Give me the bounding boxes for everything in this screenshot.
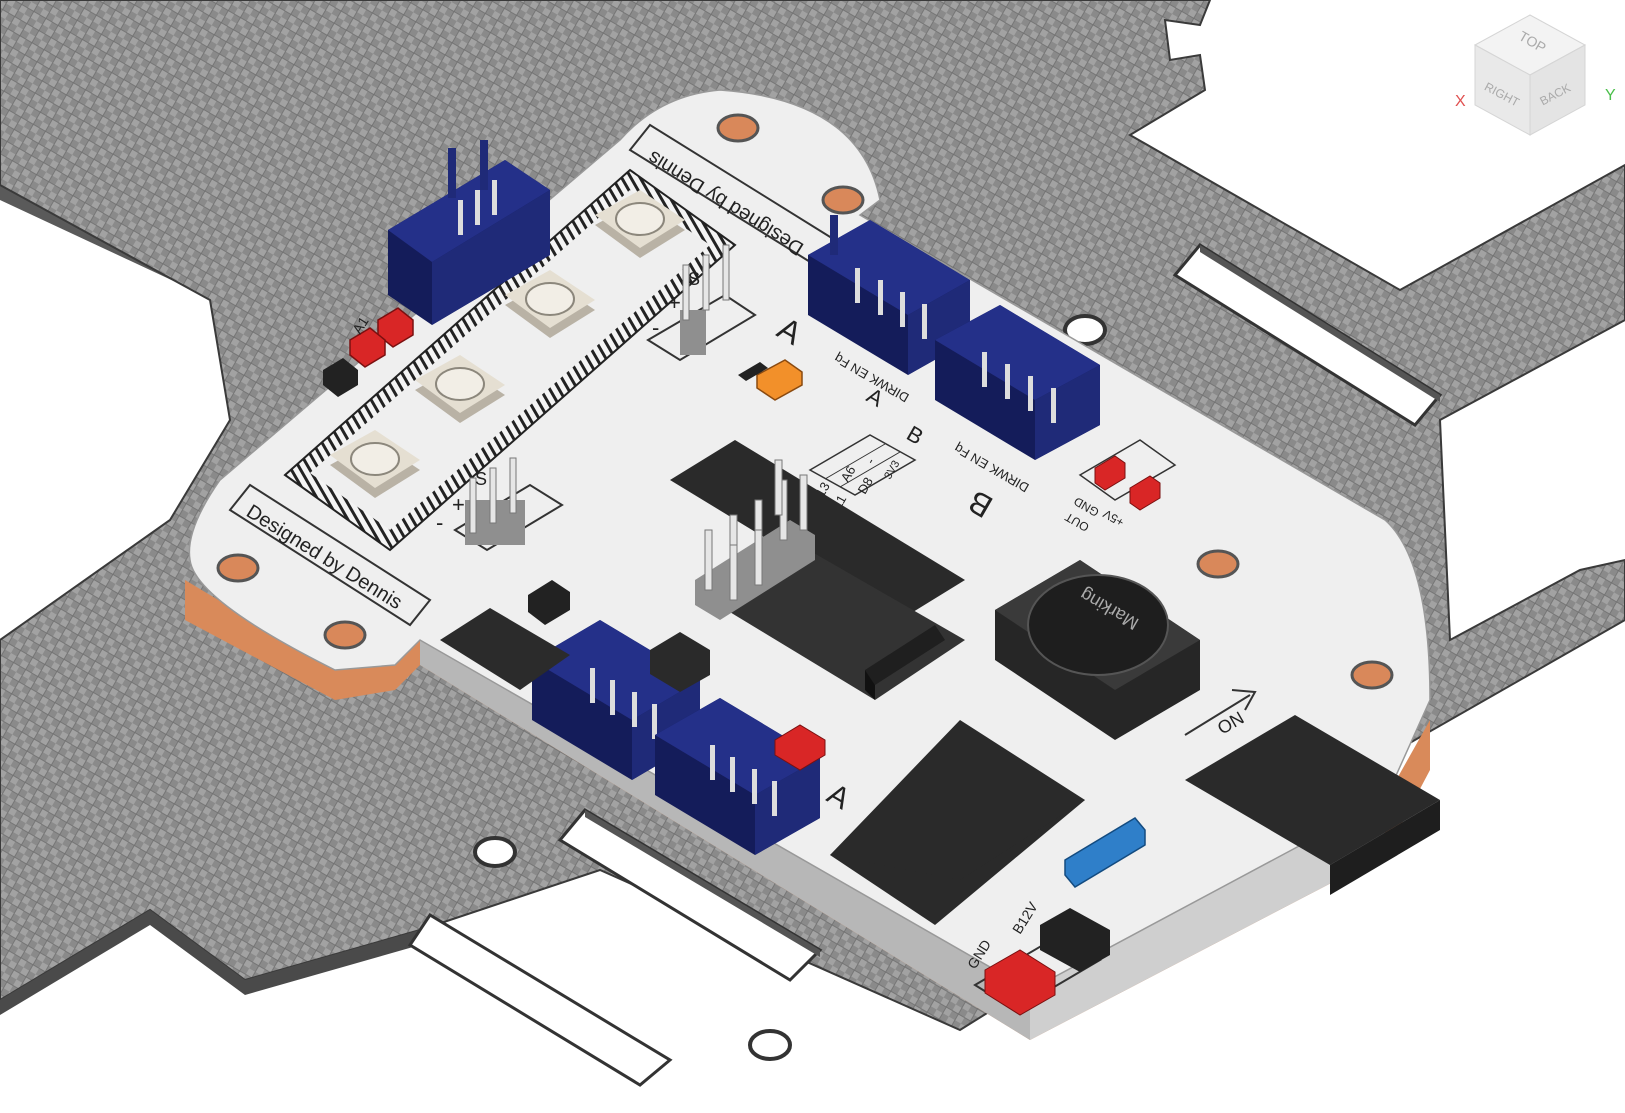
mount-hole [323, 620, 367, 650]
servo-s-1: S [688, 269, 700, 289]
model-canvas[interactable]: Designed by Dennis Designed by Dennis A1… [0, 0, 1625, 1113]
servo-minus-2: - [436, 510, 443, 535]
mount-hole [1350, 660, 1394, 690]
mount-hole [1196, 549, 1240, 579]
servo-minus-1: - [652, 315, 659, 340]
view-cube[interactable]: TOP RIGHT BACK X Y [1445, 0, 1625, 160]
frame-hole [473, 836, 517, 868]
mount-hole [216, 553, 260, 583]
servo-plus-1: + [668, 290, 681, 315]
viewcube-x-axis: X [1455, 93, 1466, 110]
frame-hole [748, 1029, 792, 1061]
mount-hole [716, 113, 760, 143]
frame-slot [407, 912, 673, 1087]
servo-plus-2: + [452, 492, 465, 517]
viewcube-y-axis: Y [1605, 87, 1616, 104]
servo-s-2: S [475, 469, 487, 489]
3d-viewport[interactable]: Designed by Dennis Designed by Dennis A1… [0, 0, 1625, 1113]
mount-hole [821, 185, 865, 215]
